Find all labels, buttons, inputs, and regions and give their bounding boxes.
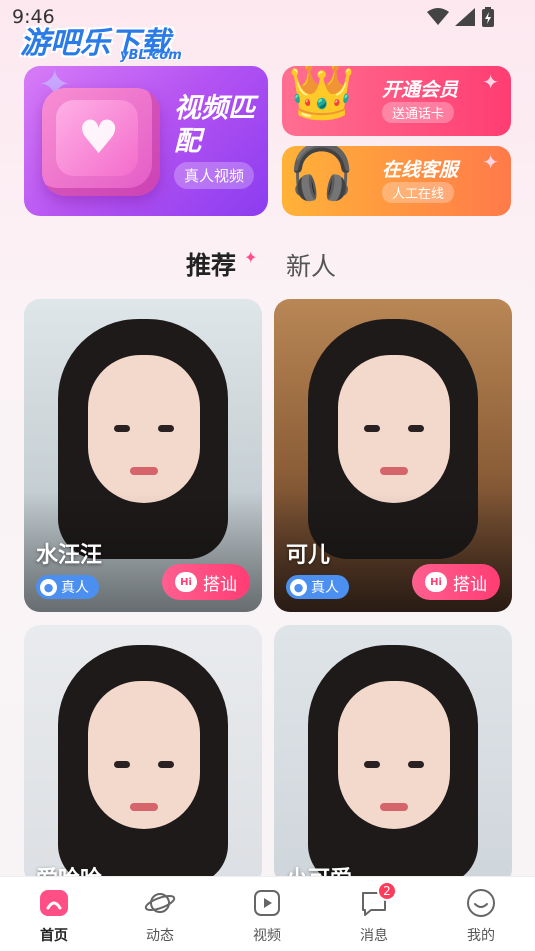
customer-service-banner[interactable]: 🎧 在线客服 人工在线 ✦ — [282, 146, 511, 216]
planet-icon — [144, 887, 176, 919]
status-icons — [427, 7, 495, 27]
vip-title: 开通会员 — [382, 79, 459, 101]
nav-home[interactable]: 首页 — [19, 887, 89, 945]
heart-icon: ♥ — [78, 110, 120, 164]
nav-mine[interactable]: 我的 — [446, 887, 516, 945]
sparkle-icon: ✦ — [482, 70, 499, 94]
video-play-icon — [251, 887, 283, 919]
service-subtitle: 人工在线 — [382, 182, 455, 203]
nav-dynamic[interactable]: 动态 — [125, 887, 195, 945]
greet-button[interactable]: Hi 搭讪 — [412, 564, 500, 600]
verified-badge: ● 真人 — [36, 575, 99, 599]
greet-label: 搭讪 — [203, 574, 237, 595]
nav-message[interactable]: 2 消息 — [339, 881, 409, 945]
nav-home-label: 首页 — [40, 928, 68, 944]
verified-label: 真人 — [311, 580, 339, 596]
profile-card[interactable]: 小可爱 — [274, 625, 512, 885]
sparkle-icon: ✦ — [482, 150, 499, 174]
vip-subtitle: 送通话卡 — [382, 102, 455, 123]
nav-message-label: 消息 — [360, 928, 388, 944]
video-match-banner[interactable]: ✦ ♥ 视频匹配 真人视频 — [24, 66, 268, 216]
signal-icon — [455, 8, 475, 26]
video-cube-icon: ♥ — [42, 88, 160, 196]
verified-badge: ● 真人 — [286, 575, 349, 599]
profile-name: 可儿 — [286, 543, 331, 568]
bottom-nav: 首页 动态 视频 2 消息 我的 — [0, 876, 535, 951]
profile-card[interactable]: 可儿 ● 真人 Hi 搭讪 — [274, 299, 512, 612]
profile-card[interactable]: 爱哈哈 — [24, 625, 262, 885]
wifi-icon — [427, 8, 449, 25]
home-icon — [38, 887, 70, 919]
tab-recommend[interactable]: 推荐 — [186, 246, 236, 282]
user-verified-icon: ● — [40, 578, 57, 596]
vip-banner[interactable]: 👑 开通会员 送通话卡 ✦ — [282, 66, 511, 136]
hi-chat-icon: Hi — [175, 572, 197, 592]
hi-chat-icon: Hi — [425, 572, 447, 592]
profile-name: 水汪汪 — [36, 543, 103, 568]
greet-button[interactable]: Hi 搭讪 — [162, 564, 250, 600]
nav-video[interactable]: 视频 — [232, 887, 302, 945]
crown-icon: 👑 — [288, 66, 356, 123]
active-tab-sparkle-icon: ✦ — [244, 248, 258, 267]
nav-video-label: 视频 — [253, 928, 281, 944]
profile-card[interactable]: 水汪汪 ● 真人 Hi 搭讪 — [24, 299, 262, 612]
verified-label: 真人 — [61, 580, 89, 596]
greet-label: 搭讪 — [453, 574, 487, 595]
nav-mine-label: 我的 — [467, 928, 495, 944]
nav-dynamic-label: 动态 — [146, 928, 174, 944]
smile-face-icon — [465, 887, 497, 919]
video-match-subtitle: 真人视频 — [174, 162, 255, 189]
user-verified-icon: ● — [290, 578, 307, 596]
tab-new[interactable]: 新人 — [286, 247, 336, 283]
battery-icon — [482, 7, 494, 27]
headset-emoji-icon: 🎧 — [288, 146, 356, 203]
watermark-domain: yBL.com — [120, 48, 182, 63]
video-match-title: 视频匹配 — [174, 93, 255, 157]
unread-badge: 2 — [377, 881, 397, 901]
service-title: 在线客服 — [382, 159, 459, 181]
